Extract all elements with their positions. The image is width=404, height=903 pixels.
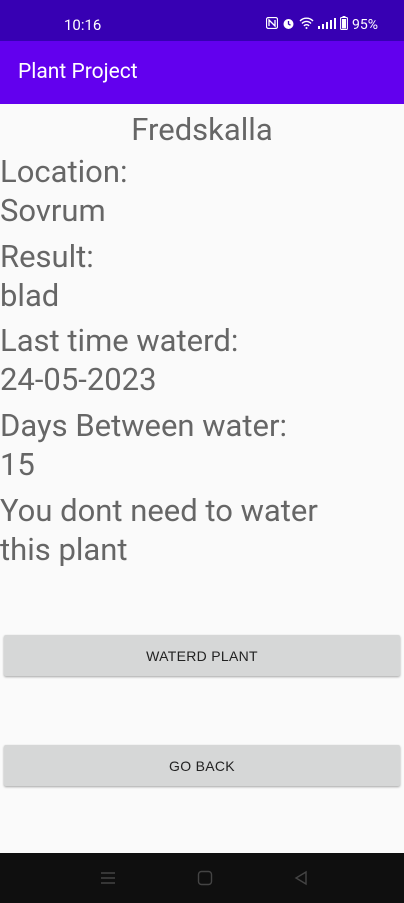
- go-back-button[interactable]: GO BACK: [4, 745, 400, 786]
- alarm-icon: [282, 17, 295, 34]
- last-watered-label: Last time waterd:: [0, 322, 239, 359]
- location-label: Location:: [0, 153, 128, 190]
- result-label: Result:: [0, 238, 94, 275]
- battery-icon: [340, 16, 348, 34]
- nfc-icon: [265, 16, 279, 33]
- days-between-value: 15: [0, 446, 35, 483]
- navigation-bar: [0, 853, 404, 903]
- days-between-label: Days Between water:: [0, 407, 287, 444]
- watered-plant-button[interactable]: WATERD PLANT: [4, 635, 400, 676]
- app-title: Plant Project: [18, 60, 138, 84]
- result-value: blad: [0, 277, 60, 314]
- water-message-line1: You dont need to water: [0, 492, 318, 529]
- wifi-icon: [299, 17, 314, 33]
- app-bar: Plant Project: [0, 41, 404, 104]
- signal-icon: [318, 17, 336, 33]
- menu-icon[interactable]: [100, 870, 116, 890]
- back-icon[interactable]: [293, 870, 309, 890]
- status-icons: 95%: [265, 16, 378, 34]
- plant-name: Fredskalla: [131, 111, 273, 148]
- status-time: 10:16: [64, 16, 102, 34]
- battery-percent: 95%: [352, 17, 378, 33]
- last-watered-value: 24-05-2023: [0, 361, 157, 398]
- status-bar: 10:16 95%: [0, 0, 404, 41]
- water-message-line2: this plant: [0, 531, 128, 568]
- location-value: Sovrum: [0, 192, 106, 229]
- home-icon[interactable]: [197, 870, 213, 890]
